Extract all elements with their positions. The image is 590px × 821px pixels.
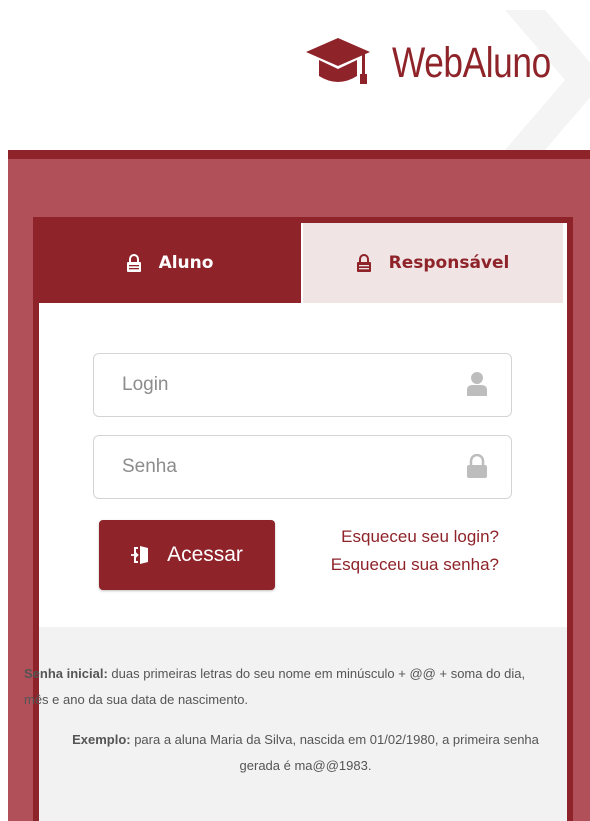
initial-password-label: Senha inicial: bbox=[24, 666, 108, 681]
login-field[interactable] bbox=[93, 353, 512, 417]
user-icon bbox=[467, 372, 487, 402]
password-info: Senha inicial: duas primeiras letras do … bbox=[24, 627, 567, 821]
graduation-cap-icon bbox=[306, 38, 370, 84]
acessar-button-label: Acessar bbox=[167, 543, 243, 566]
header: WebAluno bbox=[0, 0, 590, 150]
brand-name: WebAluno bbox=[392, 38, 551, 87]
recovery-links: Esqueceu seu login? Esqueceu sua senha? bbox=[309, 523, 499, 579]
forgot-password-link[interactable]: Esqueceu sua senha? bbox=[309, 551, 499, 579]
forgot-login-link[interactable]: Esqueceu seu login? bbox=[309, 523, 499, 551]
example-text: para a aluna Maria da Silva, nascida em … bbox=[130, 732, 539, 773]
brand[interactable]: WebAluno bbox=[306, 36, 562, 90]
login-card: Aluno Responsável Login Acessar Esqueceu… bbox=[24, 217, 573, 821]
password-input[interactable] bbox=[122, 456, 442, 478]
password-field[interactable] bbox=[93, 435, 512, 499]
lock-icon bbox=[356, 254, 371, 272]
tab-responsavel-label: Responsável bbox=[388, 253, 510, 273]
initial-password-note: Senha inicial: duas primeiras letras do … bbox=[24, 661, 544, 713]
example-label: Exemplo: bbox=[72, 732, 131, 747]
acessar-button[interactable]: Acessar bbox=[99, 520, 275, 590]
sign-in-icon bbox=[131, 545, 149, 565]
tab-aluno[interactable]: Aluno bbox=[39, 223, 301, 303]
tab-aluno-label: Aluno bbox=[158, 253, 214, 273]
example-note: Exemplo: para a aluna Maria da Silva, na… bbox=[54, 727, 557, 779]
login-input[interactable] bbox=[122, 374, 442, 396]
login-tabs: Aluno Responsável bbox=[39, 223, 567, 303]
lock-icon bbox=[467, 453, 487, 484]
tab-responsavel[interactable]: Responsável bbox=[301, 223, 563, 303]
lock-icon bbox=[126, 254, 141, 272]
